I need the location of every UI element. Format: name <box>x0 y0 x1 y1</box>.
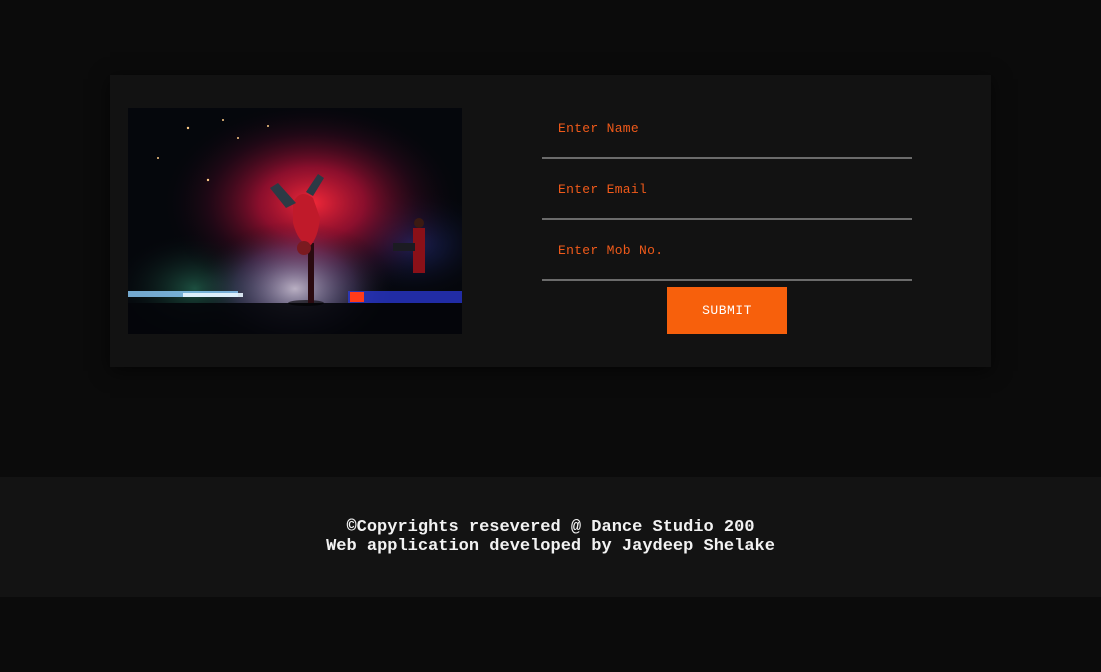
developer-credit-text: Web application developed by Jaydeep She… <box>326 537 775 556</box>
footer: ©Copyrights resevered @ Dance Studio 200… <box>0 477 1101 597</box>
dancer-photo <box>128 108 462 334</box>
name-field-wrapper <box>542 100 912 159</box>
submit-button[interactable]: SUBMIT <box>667 287 787 334</box>
registration-card: SUBMIT <box>110 75 991 367</box>
email-field-wrapper <box>542 161 912 220</box>
copyright-text: ©Copyrights resevered @ Dance Studio 200 <box>346 518 755 537</box>
submit-wrapper: SUBMIT <box>667 287 787 334</box>
name-input[interactable] <box>542 100 912 157</box>
signup-form: SUBMIT <box>542 100 912 334</box>
mobile-field-wrapper <box>542 222 912 281</box>
email-input[interactable] <box>542 161 912 218</box>
mobile-input[interactable] <box>542 222 912 279</box>
